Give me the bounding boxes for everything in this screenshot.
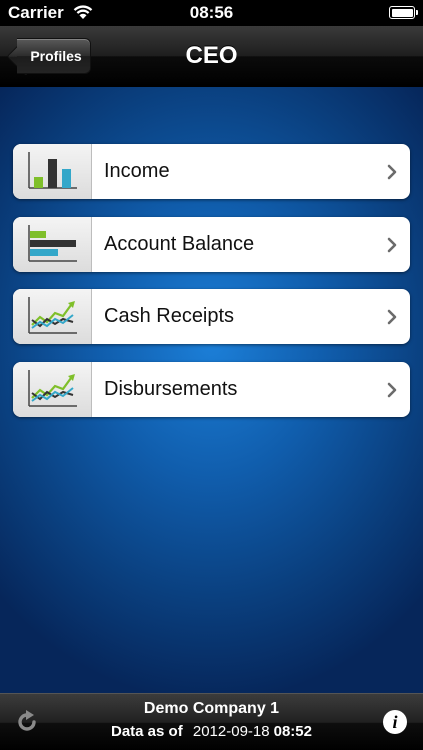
battery-icon	[389, 6, 418, 19]
chevron-right-icon	[387, 237, 397, 258]
page-title: CEO	[185, 42, 238, 69]
info-button[interactable]: i	[383, 710, 407, 734]
bar-chart-icon	[13, 144, 92, 199]
chevron-right-icon	[387, 309, 397, 330]
bottom-toolbar: Demo Company 1 Data as of 2012-09-18 08:5…	[0, 693, 423, 750]
navigation-bar: Profiles CEO	[0, 26, 423, 87]
chevron-right-icon	[387, 382, 397, 403]
menu-item-disbursements[interactable]: Disbursements	[13, 361, 410, 417]
data-as-of-label: Data as of	[111, 723, 183, 740]
menu-item-cash-receipts[interactable]: Cash Receipts	[13, 289, 410, 344]
menu-item-income[interactable]: Income	[13, 144, 410, 199]
horizontal-bar-chart-icon	[13, 216, 92, 272]
app-screen: Carrier 08:56 Profiles CEO Income Accoun…	[0, 0, 423, 750]
report-menu-list: Income Account Balance Cash Receipts Dis…	[13, 144, 410, 434]
status-bar: Carrier 08:56	[0, 0, 423, 26]
menu-item-account-balance[interactable]: Account Balance	[13, 216, 410, 272]
data-date: 2012-09-18	[192, 723, 270, 740]
menu-item-label: Income	[104, 160, 170, 182]
data-timestamp: Data as of 2012-09-18 08:52	[0, 723, 423, 740]
status-time: 08:56	[189, 3, 234, 22]
company-name: Demo Company 1	[143, 700, 280, 717]
chevron-right-icon	[387, 164, 397, 185]
line-chart-icon	[13, 361, 92, 417]
battery-fill	[391, 8, 413, 17]
main-content: Income Account Balance Cash Receipts Dis…	[0, 87, 423, 693]
data-time: 08:52	[273, 723, 312, 740]
menu-item-label: Cash Receipts	[104, 305, 235, 327]
line-chart-icon	[13, 289, 92, 344]
menu-item-label: Disbursements	[104, 377, 238, 400]
menu-item-label: Account Balance	[104, 232, 255, 255]
